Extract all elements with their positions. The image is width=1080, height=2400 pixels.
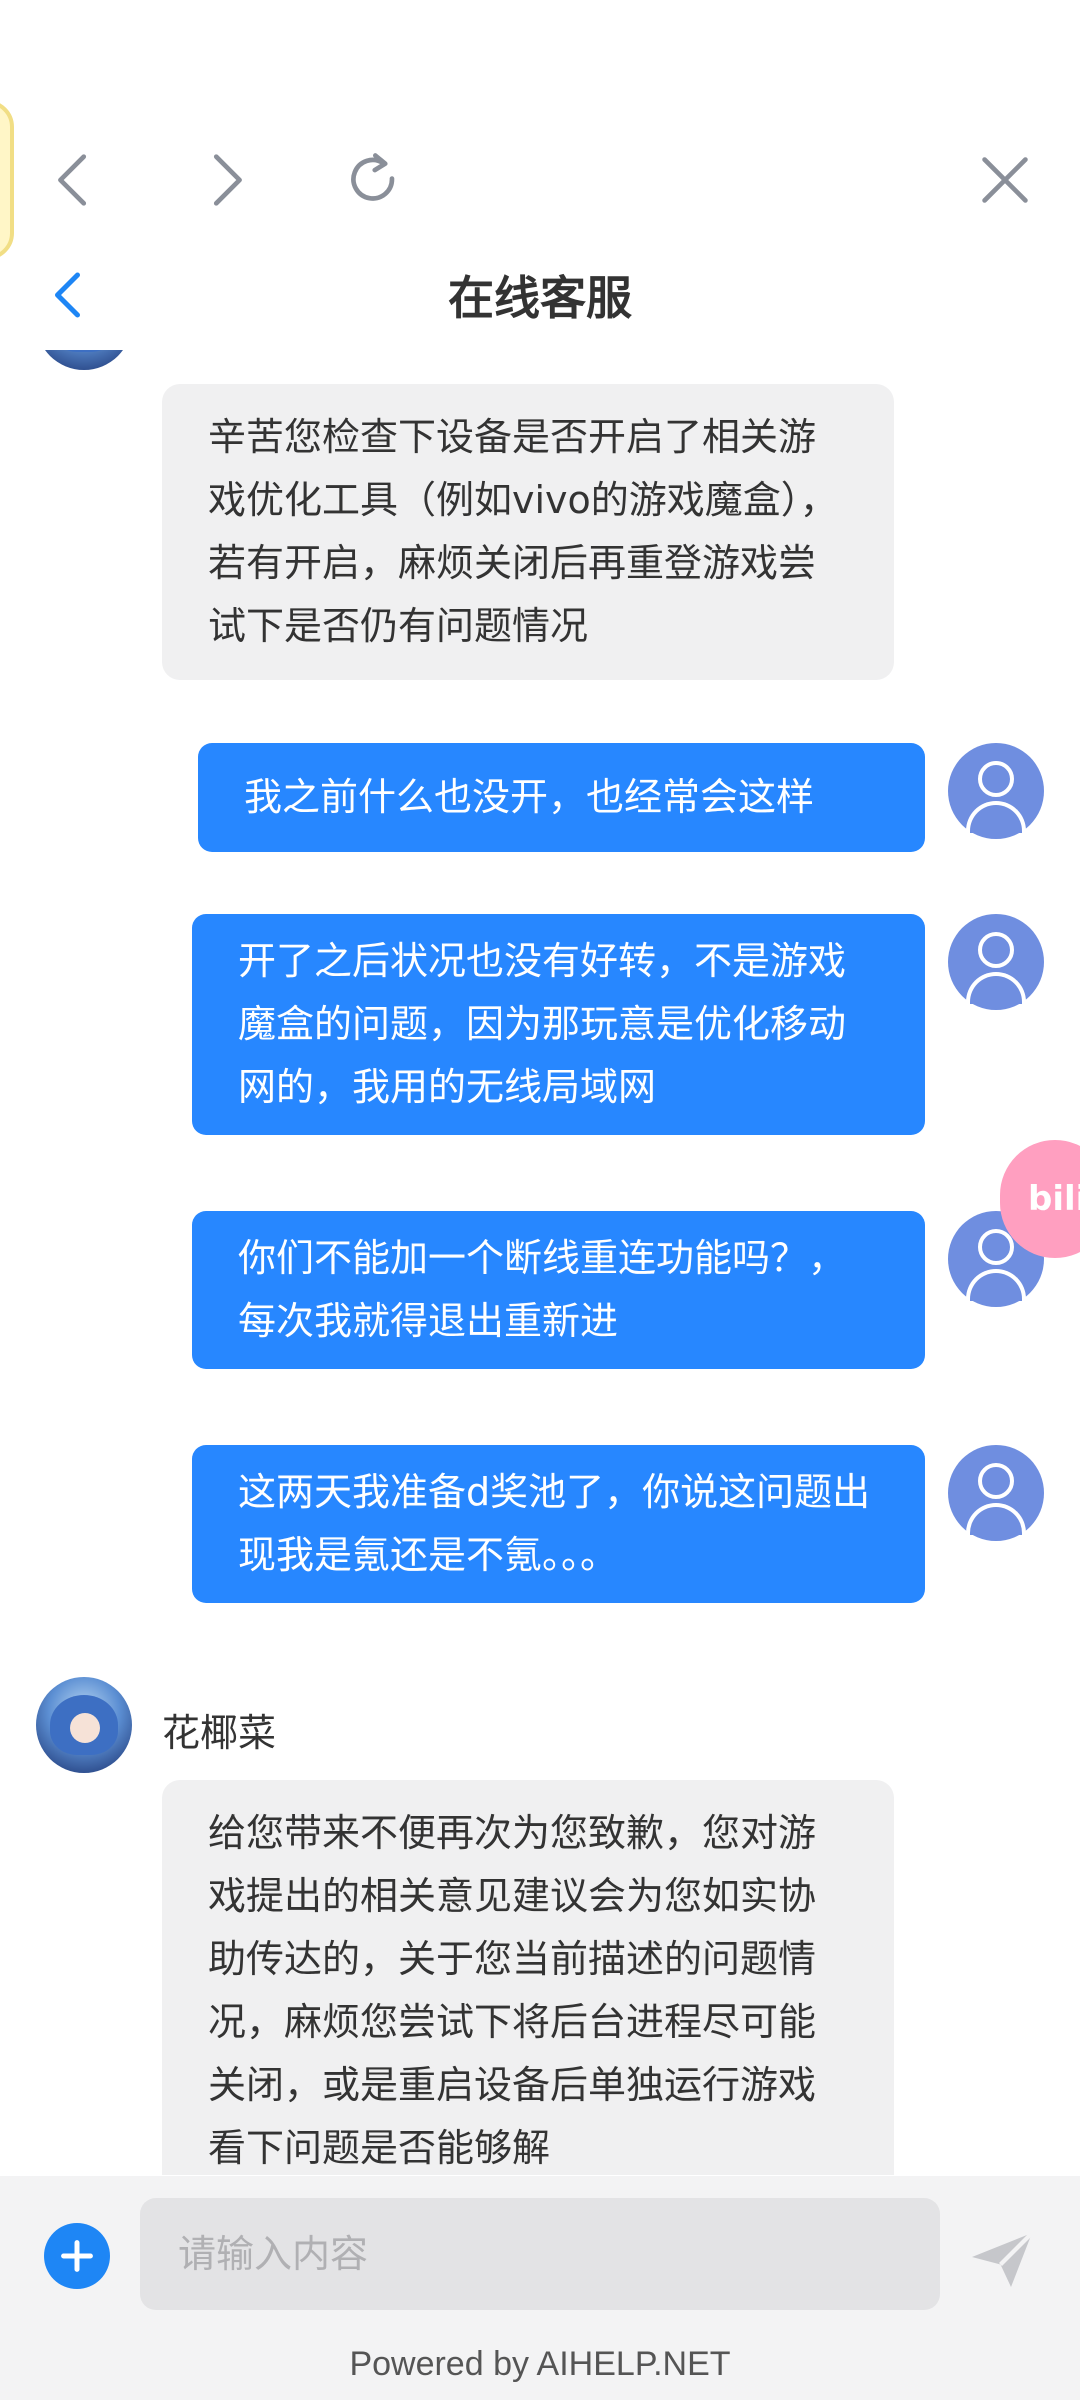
- back-nav-button[interactable]: [30, 135, 120, 225]
- powered-by-text: Powered by AIHELP.NET: [349, 2345, 731, 2383]
- incoming-message: 辛苦您检查下设备是否开启了相关游戏优化工具（例如vivo的游戏魔盒），若有开启，…: [162, 384, 894, 680]
- chat-header: 在线客服: [0, 240, 1080, 350]
- forward-nav-button[interactable]: [180, 135, 270, 225]
- chevron-left-icon: [58, 154, 87, 206]
- user-avatar: [948, 1445, 1044, 1541]
- outgoing-message: 你们不能加一个断线重连功能吗？，每次我就得退出重新进: [192, 1211, 925, 1369]
- browser-toolbar: [0, 110, 1080, 230]
- outgoing-message: 这两天我准备d奖池了，你说这问题出现我是氪还是不氪。。。: [192, 1445, 925, 1603]
- refresh-button[interactable]: [328, 135, 418, 225]
- chat-message-list[interactable]: 辛苦您检查下设备是否开启了相关游戏优化工具（例如vivo的游戏魔盒），若有开启，…: [0, 350, 1080, 2175]
- outgoing-message: 开了之后状况也没有好转，不是游戏魔盒的问题，因为那玩意是优化移动网的，我用的无线…: [192, 914, 925, 1135]
- close-button[interactable]: [960, 135, 1050, 225]
- agent-name: 花椰菜: [162, 1711, 277, 1755]
- incoming-message: 给您带来不便再次为您致歉，您对游戏提出的相关意见建议会为您如实协助传达的，关于您…: [162, 1780, 894, 2175]
- send-icon: [972, 2231, 1034, 2287]
- customer-service-sheet: 在线客服 辛苦您检查下设备是否开启了相关游戏优化工具（例如vivo的游戏魔盒），…: [0, 0, 1080, 2400]
- refresh-icon: [351, 153, 395, 201]
- agent-avatar: [36, 350, 132, 370]
- agent-avatar: [36, 1677, 132, 1773]
- message-input[interactable]: [140, 2198, 940, 2310]
- close-icon: [982, 157, 1028, 203]
- add-attachment-button[interactable]: [44, 2223, 110, 2289]
- outgoing-message: 我之前什么也没开，也经常会这样: [198, 743, 925, 852]
- chevron-right-icon: [213, 154, 242, 206]
- plus-icon: [61, 2240, 93, 2272]
- user-avatar: [948, 743, 1044, 839]
- page-title: 在线客服: [448, 271, 632, 325]
- user-avatar: [948, 914, 1044, 1010]
- send-button[interactable]: [964, 2222, 1040, 2298]
